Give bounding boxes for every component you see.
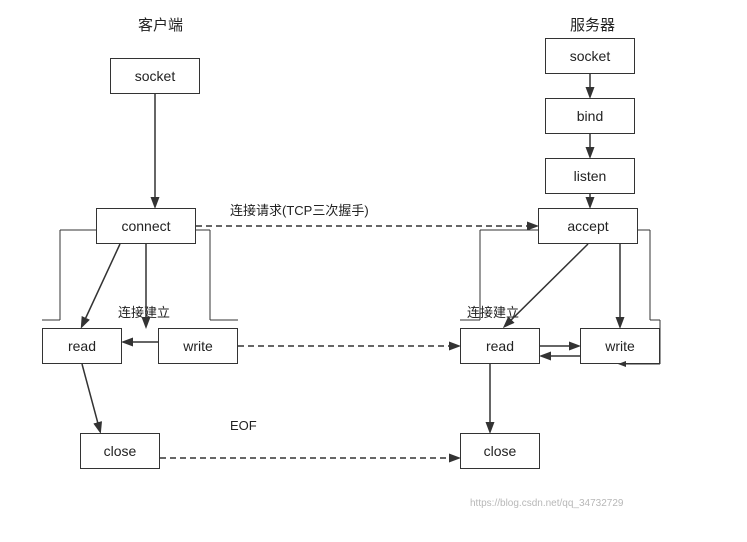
server-read-box: read xyxy=(460,328,540,364)
server-socket-box: socket xyxy=(545,38,635,74)
connect-request-label: 连接请求(TCP三次握手) xyxy=(230,200,369,219)
server-connection-label: 连接建立 xyxy=(467,302,519,321)
server-close-box: close xyxy=(460,433,540,469)
server-accept-box: accept xyxy=(538,208,638,244)
server-listen-box: listen xyxy=(545,158,635,194)
client-write-box: write xyxy=(158,328,238,364)
watermark: https://blog.csdn.net/qq_34732729 xyxy=(470,498,623,509)
client-socket-box: socket xyxy=(110,58,200,94)
server-bind-box: bind xyxy=(545,98,635,134)
eof-label: EOF xyxy=(230,418,257,433)
client-connection-label: 连接建立 xyxy=(118,302,170,321)
client-label: 客户端 xyxy=(138,14,183,35)
server-write-box: write xyxy=(580,328,660,364)
diagram: 客户端 服务器 socket connect read write close … xyxy=(0,0,747,542)
client-connect-box: connect xyxy=(96,208,196,244)
client-close-box: close xyxy=(80,433,160,469)
server-label: 服务器 xyxy=(570,14,615,35)
client-read-box: read xyxy=(42,328,122,364)
